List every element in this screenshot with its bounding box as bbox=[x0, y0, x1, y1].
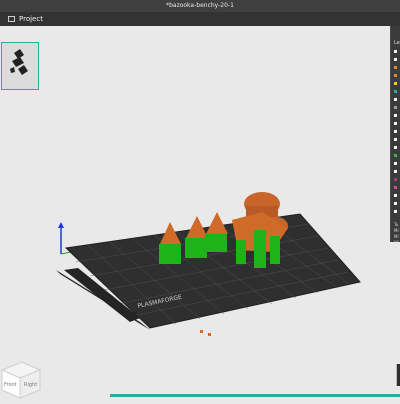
plate-markers bbox=[200, 330, 211, 336]
benchy-part[interactable] bbox=[232, 192, 288, 268]
cone-part[interactable] bbox=[185, 216, 208, 258]
cone-part[interactable] bbox=[159, 222, 181, 264]
nav-cube-front-label: Front bbox=[4, 382, 17, 388]
nav-cube-right-label: Right bbox=[24, 382, 37, 388]
status-progress-bar bbox=[110, 394, 400, 397]
z-axis-arrow bbox=[58, 222, 64, 228]
view-control-widget[interactable] bbox=[396, 364, 400, 386]
3d-viewport[interactable]: PLASMAFORGE bbox=[0, 0, 400, 400]
navigation-cube[interactable]: Front Right bbox=[0, 356, 44, 404]
nav-cube-icon: Front Right bbox=[0, 361, 42, 399]
cone-part[interactable] bbox=[205, 212, 228, 252]
